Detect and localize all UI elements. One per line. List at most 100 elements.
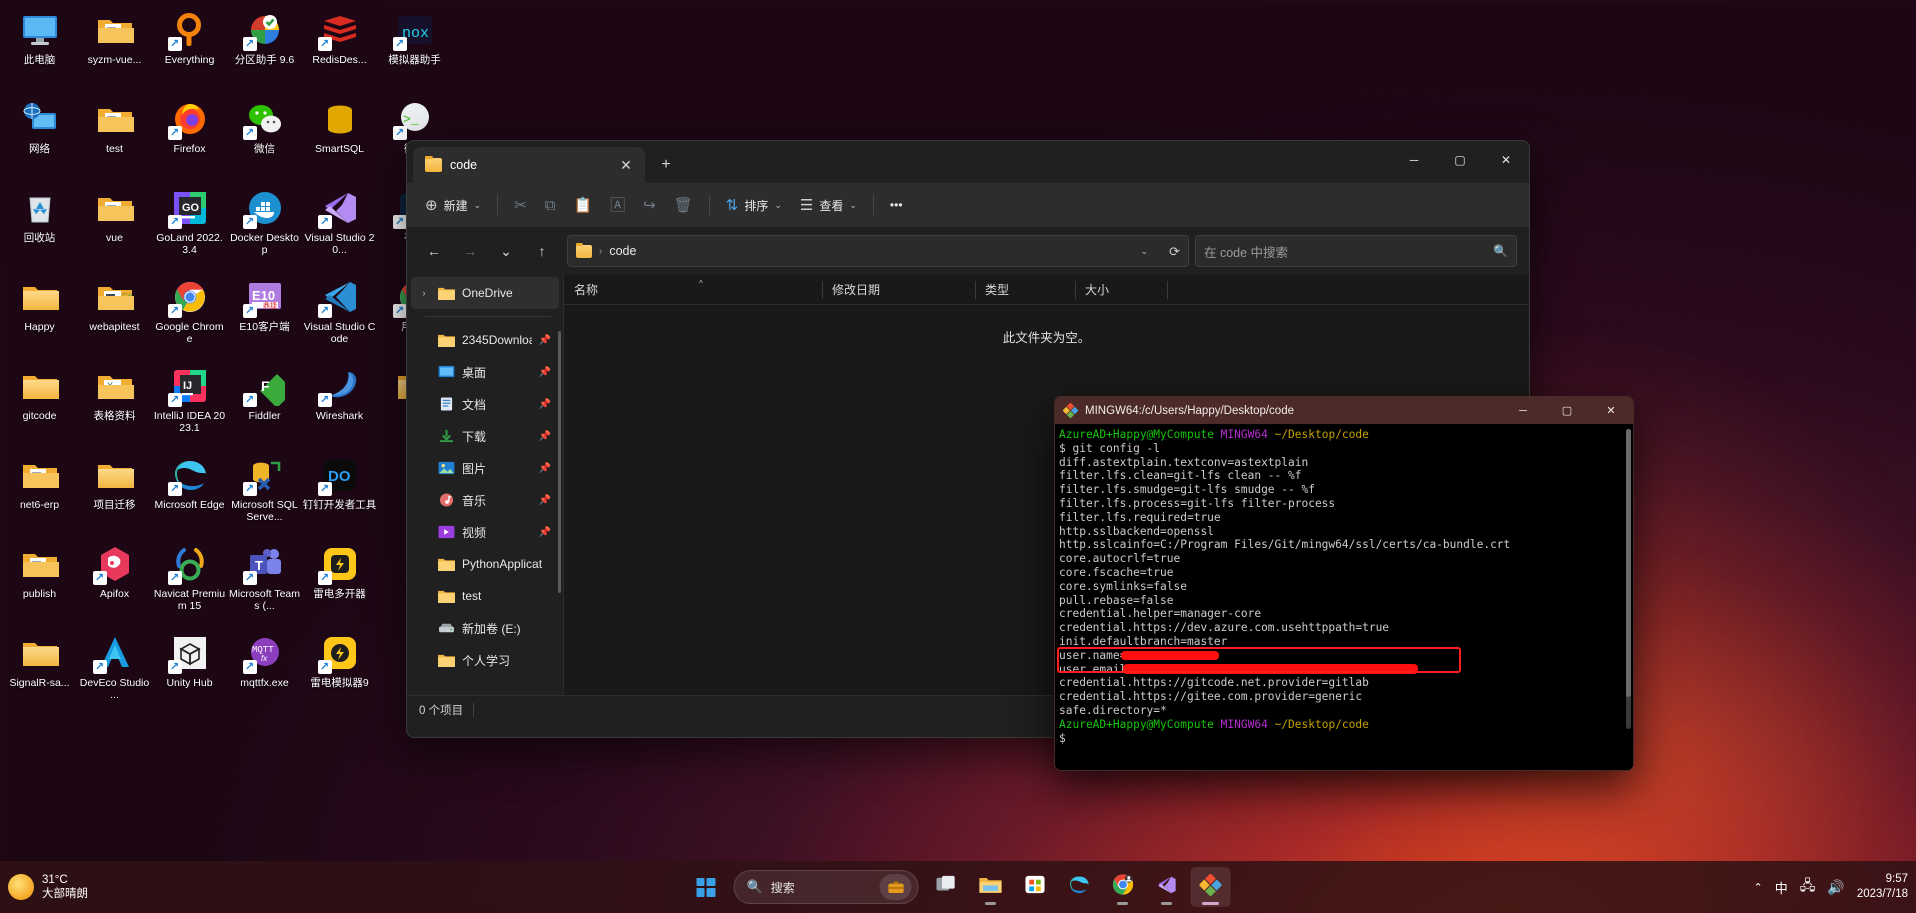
- pin-icon[interactable]: 📌: [539, 399, 551, 410]
- desktop-icon-unity-hub-icon[interactable]: Unity Hub: [152, 627, 227, 716]
- desktop-icon-chrome-icon[interactable]: Google Chrome: [152, 271, 227, 360]
- nav-item-drive-icon[interactable]: 新加卷 (E:): [411, 612, 559, 644]
- desktop-icon-nox-icon[interactable]: nox 模拟器助手: [377, 4, 452, 93]
- desktop-icon-edge-icon[interactable]: Microsoft Edge: [152, 449, 227, 538]
- delete-button[interactable]: 🗑: [666, 189, 701, 221]
- close-button[interactable]: ✕: [1483, 141, 1529, 179]
- desktop-icon-docker-icon[interactable]: Docker Desktop: [227, 182, 302, 271]
- briefcase-icon[interactable]: [879, 874, 912, 900]
- taskbar-app-google-chrome[interactable]: [1103, 867, 1143, 907]
- desktop-icon-partition-assistant-icon[interactable]: 分区助手 9.6: [227, 4, 302, 93]
- taskbar-app-git-bash[interactable]: [1190, 867, 1231, 907]
- nav-item-folder-icon[interactable]: PythonApplicat: [411, 548, 559, 580]
- desktop-icon-recycle-bin-icon[interactable]: 回收站: [2, 182, 77, 271]
- desktop-icon-folder-icon[interactable]: syzm-vue...: [77, 4, 152, 93]
- address-input[interactable]: › code ⌄ ⟳: [567, 235, 1189, 267]
- pin-icon[interactable]: 📌: [539, 367, 551, 378]
- desktop-icon-sql-server-icon[interactable]: Microsoft SQL Serve...: [227, 449, 302, 538]
- taskbar-app-microsoft-store[interactable]: [1015, 867, 1055, 907]
- search-input[interactable]: 在 code 中搜索 🔍: [1195, 235, 1517, 267]
- desktop-icon-ldmultiplayer-icon[interactable]: 雷电多开器: [302, 538, 377, 627]
- explorer-tab-code[interactable]: code ✕: [413, 147, 645, 183]
- desktop-icon-visual-studio-icon[interactable]: Visual Studio 20...: [302, 182, 377, 271]
- pin-icon[interactable]: 📌: [539, 527, 551, 538]
- desktop-icon-folder-icon[interactable]: X 表格资料: [77, 360, 152, 449]
- desktop-icon-intellij-idea-icon[interactable]: IJ IntelliJ IDEA 2023.1: [152, 360, 227, 449]
- desktop-icon-firefox-icon[interactable]: Firefox: [152, 93, 227, 182]
- taskbar-app-file-explorer[interactable]: [971, 867, 1011, 907]
- sort-button[interactable]: ⇅ 排序 ⌄: [718, 189, 790, 221]
- recent-locations-button[interactable]: ⌄: [491, 236, 521, 266]
- desktop-icon-folder-icon[interactable]: C# webapitest: [77, 271, 152, 360]
- pin-icon[interactable]: 📌: [539, 335, 551, 346]
- cut-button[interactable]: ✂: [506, 189, 535, 221]
- new-button[interactable]: ⊕ 新建 ⌄: [417, 189, 489, 221]
- taskbar-app-microsoft-edge[interactable]: [1059, 867, 1099, 907]
- pin-icon[interactable]: 📌: [539, 431, 551, 442]
- desktop-icon-fiddler-icon[interactable]: F Fiddler: [227, 360, 302, 449]
- nav-item-documents-icon[interactable]: 文档 📌: [411, 388, 559, 420]
- taskbar-app-task-view[interactable]: [927, 867, 967, 907]
- chevron-right-icon[interactable]: ›: [417, 288, 431, 298]
- up-button[interactable]: ↑: [527, 236, 557, 266]
- column-header[interactable]: 修改日期: [822, 275, 975, 305]
- desktop-icon-vscode-icon[interactable]: Visual Studio Code: [302, 271, 377, 360]
- chevron-up-icon[interactable]: ⌃: [1754, 881, 1763, 894]
- more-options-button[interactable]: •••: [882, 189, 911, 221]
- nav-item-music-icon[interactable]: 音乐 📌: [411, 484, 559, 516]
- column-header[interactable]: 大小: [1075, 275, 1167, 305]
- new-tab-button[interactable]: +: [651, 150, 681, 180]
- back-button[interactable]: ←: [419, 236, 449, 266]
- copy-button[interactable]: ⧉: [537, 189, 564, 221]
- rename-button[interactable]: 🄰: [602, 189, 633, 221]
- desktop-icon-goland-icon[interactable]: GO GoLand 2022.3.4: [152, 182, 227, 271]
- taskbar-app-visual-studio[interactable]: [1147, 867, 1187, 907]
- nav-item-videos-icon[interactable]: 视频 📌: [411, 516, 559, 548]
- nav-scrollbar[interactable]: [558, 331, 561, 593]
- refresh-icon[interactable]: ⟳: [1169, 245, 1180, 258]
- pin-icon[interactable]: 📌: [539, 495, 551, 506]
- nav-item-folder-icon[interactable]: test: [411, 580, 559, 612]
- taskbar-search-box[interactable]: 🔍 搜索: [733, 870, 919, 904]
- desktop-icon-e10-client-icon[interactable]: E10鼎捷 E10客户端: [227, 271, 302, 360]
- start-button[interactable]: [686, 867, 726, 907]
- desktop-icon-teams-icon[interactable]: T Microsoft Teams (...: [227, 538, 302, 627]
- nav-item-pictures-icon[interactable]: 图片 📌: [411, 452, 559, 484]
- desktop-icon-network-icon[interactable]: 网络: [2, 93, 77, 182]
- desktop-icon-everything-icon[interactable]: Everything: [152, 4, 227, 93]
- terminal-scrollbar[interactable]: [1626, 429, 1631, 729]
- network-icon[interactable]: 🖧: [1800, 875, 1816, 899]
- desktop-icon-mqttfx-icon[interactable]: MQTTfx mqttfx.exe: [227, 627, 302, 716]
- nav-item-downloads-icon[interactable]: 下载 📌: [411, 420, 559, 452]
- desktop-icon-folder-icon[interactable]: 项目迁移: [77, 449, 152, 538]
- pin-icon[interactable]: 📌: [539, 463, 551, 474]
- desktop-icon-folder-icon[interactable]: gitcode: [2, 360, 77, 449]
- nav-item-folder-icon[interactable]: 2345Downloa 📌: [411, 324, 559, 356]
- maximize-button[interactable]: ▢: [1545, 397, 1589, 424]
- desktop-icon-dingtalk-devtools-icon[interactable]: DO 钉钉开发者工具: [302, 449, 377, 538]
- terminal-output[interactable]: AzureAD+Happy@MyCompute MINGW64 ~/Deskto…: [1055, 424, 1633, 770]
- close-tab-icon[interactable]: ✕: [613, 152, 639, 178]
- desktop-icon-wechat-icon[interactable]: 微信: [227, 93, 302, 182]
- desktop-icon-folder-icon[interactable]: publish: [2, 538, 77, 627]
- desktop-icon-this-pc-icon[interactable]: 此电脑: [2, 4, 77, 93]
- close-button[interactable]: ✕: [1589, 397, 1633, 424]
- git-bash-window[interactable]: MINGW64:/c/Users/Happy/Desktop/code ─ ▢ …: [1054, 396, 1634, 771]
- maximize-button[interactable]: ▢: [1437, 141, 1483, 179]
- paste-button[interactable]: 📋: [565, 189, 600, 221]
- explorer-navigation-pane[interactable]: › OneDrive 2345Downloa 📌 桌面 📌 文档 📌 下载 📌 图片 📌 音乐 📌 视频 📌 P…: [407, 275, 563, 695]
- desktop-icon-redis-desktop-icon[interactable]: RedisDes...: [302, 4, 377, 93]
- view-button[interactable]: ☰ 查看 ⌄: [792, 189, 865, 221]
- ime-indicator[interactable]: 中: [1775, 878, 1788, 897]
- column-header[interactable]: 类型: [975, 275, 1075, 305]
- column-header[interactable]: 名称 ^: [564, 275, 822, 305]
- minimize-button[interactable]: ─: [1501, 397, 1545, 424]
- desktop-icon-smartsql-icon[interactable]: SmartSQL: [302, 93, 377, 182]
- desktop-icon-apifox-icon[interactable]: Apifox: [77, 538, 152, 627]
- nav-item-folder-icon[interactable]: 个人学习: [411, 644, 559, 676]
- nav-item-onedrive-folder-icon[interactable]: › OneDrive: [411, 277, 559, 309]
- desktop-icon-ldplayer-icon[interactable]: 雷电模拟器9: [302, 627, 377, 716]
- share-button[interactable]: ↪: [635, 189, 664, 221]
- taskbar-weather-widget[interactable]: 31°C 大部晴朗: [8, 873, 88, 901]
- desktop-icon-folder-icon[interactable]: test: [77, 93, 152, 182]
